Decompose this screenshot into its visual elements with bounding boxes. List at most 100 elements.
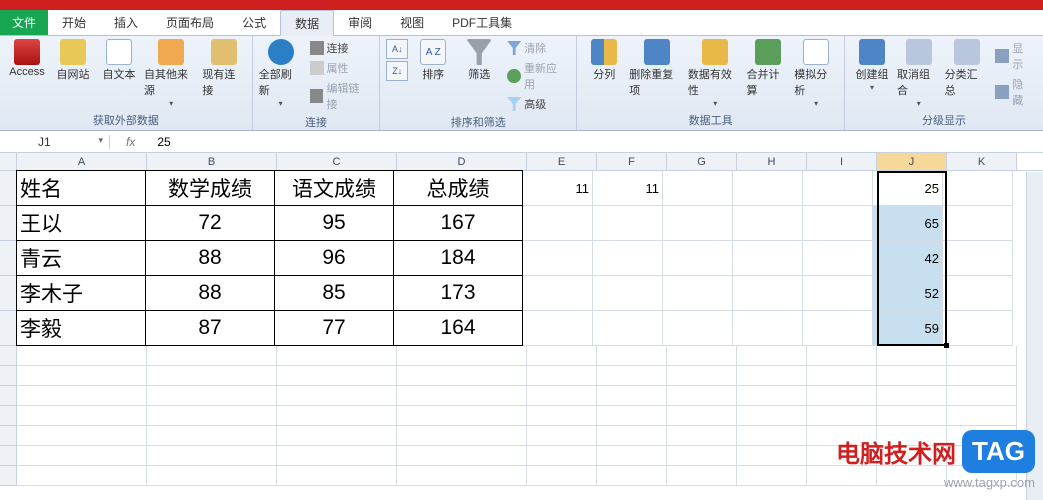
cell-F9[interactable]: [597, 406, 667, 426]
cell-I5[interactable]: [803, 311, 873, 346]
cell-C7[interactable]: [277, 366, 397, 386]
cell-J6[interactable]: [877, 346, 947, 366]
show-detail-button[interactable]: 显示: [992, 39, 1037, 73]
cell-C6[interactable]: [277, 346, 397, 366]
cell-E9[interactable]: [527, 406, 597, 426]
tab-pdf[interactable]: PDF工具集: [438, 10, 526, 35]
cell-C8[interactable]: [277, 386, 397, 406]
row-header-8[interactable]: [0, 386, 17, 406]
cell-E1[interactable]: 11: [523, 171, 593, 206]
cell-F5[interactable]: [593, 311, 663, 346]
cell-C3[interactable]: 96: [274, 240, 394, 276]
cell-B4[interactable]: 88: [145, 275, 275, 311]
cell-D12[interactable]: [397, 466, 527, 486]
cell-G3[interactable]: [663, 241, 733, 276]
cell-B5[interactable]: 87: [145, 310, 275, 346]
cell-G11[interactable]: [667, 446, 737, 466]
chevron-down-icon[interactable]: ▾: [98, 135, 103, 146]
row-header-6[interactable]: [0, 346, 17, 366]
cell-E8[interactable]: [527, 386, 597, 406]
cell-H2[interactable]: [733, 206, 803, 241]
sort-asc-icon[interactable]: A↓: [386, 39, 408, 59]
cell-D11[interactable]: [397, 446, 527, 466]
cell-H10[interactable]: [737, 426, 807, 446]
cell-D10[interactable]: [397, 426, 527, 446]
tab-data[interactable]: 数据: [280, 10, 334, 36]
formula-input[interactable]: 25: [151, 135, 170, 149]
clear-filter-button[interactable]: 清除: [504, 39, 570, 57]
cell-D3[interactable]: 184: [393, 240, 523, 276]
from-other-button[interactable]: 自其他来源▾: [144, 39, 198, 108]
cell-B3[interactable]: 88: [145, 240, 275, 276]
cell-A8[interactable]: [17, 386, 147, 406]
row-header-3[interactable]: [0, 241, 17, 276]
column-header-H[interactable]: H: [737, 153, 807, 170]
cell-K5[interactable]: [943, 311, 1013, 346]
cell-E12[interactable]: [527, 466, 597, 486]
cell-B1[interactable]: 数学成绩: [145, 170, 275, 206]
properties-button[interactable]: 属性: [307, 59, 374, 77]
cell-H1[interactable]: [733, 171, 803, 206]
cell-F3[interactable]: [593, 241, 663, 276]
cell-H11[interactable]: [737, 446, 807, 466]
advanced-filter-button[interactable]: 高级: [504, 95, 570, 113]
cell-C2[interactable]: 95: [274, 205, 394, 241]
from-text-button[interactable]: 自文本: [98, 39, 140, 82]
cell-E5[interactable]: [523, 311, 593, 346]
column-header-F[interactable]: F: [597, 153, 667, 170]
cell-I8[interactable]: [807, 386, 877, 406]
fx-button[interactable]: fx: [110, 135, 151, 149]
cell-B11[interactable]: [147, 446, 277, 466]
cell-B12[interactable]: [147, 466, 277, 486]
row-header-9[interactable]: [0, 406, 17, 426]
tab-insert[interactable]: 插入: [100, 10, 152, 35]
sort-button[interactable]: A Z排序: [412, 39, 454, 82]
cell-J7[interactable]: [877, 366, 947, 386]
row-header-4[interactable]: [0, 276, 17, 311]
row-header-7[interactable]: [0, 366, 17, 386]
cell-G8[interactable]: [667, 386, 737, 406]
cell-C5[interactable]: 77: [274, 310, 394, 346]
column-header-C[interactable]: C: [277, 153, 397, 170]
cell-F7[interactable]: [597, 366, 667, 386]
row-header-1[interactable]: [0, 171, 17, 206]
cell-H4[interactable]: [733, 276, 803, 311]
cell-A4[interactable]: 李木子: [16, 275, 146, 311]
cell-H7[interactable]: [737, 366, 807, 386]
cell-C4[interactable]: 85: [274, 275, 394, 311]
cell-K4[interactable]: [943, 276, 1013, 311]
cell-C1[interactable]: 语文成绩: [274, 170, 394, 206]
cell-F2[interactable]: [593, 206, 663, 241]
cell-F4[interactable]: [593, 276, 663, 311]
cell-H3[interactable]: [733, 241, 803, 276]
whatif-button[interactable]: 模拟分析▾: [794, 39, 838, 108]
cell-A11[interactable]: [17, 446, 147, 466]
cell-D1[interactable]: 总成绩: [393, 170, 523, 206]
cell-J2[interactable]: 65: [873, 206, 943, 241]
column-header-J[interactable]: J: [877, 153, 947, 170]
cell-G9[interactable]: [667, 406, 737, 426]
row-header-2[interactable]: [0, 206, 17, 241]
refresh-all-button[interactable]: 全部刷新▾: [259, 39, 303, 108]
cell-B2[interactable]: 72: [145, 205, 275, 241]
cell-B6[interactable]: [147, 346, 277, 366]
cell-I9[interactable]: [807, 406, 877, 426]
cell-F12[interactable]: [597, 466, 667, 486]
cell-J8[interactable]: [877, 386, 947, 406]
cell-E11[interactable]: [527, 446, 597, 466]
cell-C9[interactable]: [277, 406, 397, 426]
cell-B10[interactable]: [147, 426, 277, 446]
cell-C10[interactable]: [277, 426, 397, 446]
row-header-12[interactable]: [0, 466, 17, 486]
row-header-10[interactable]: [0, 426, 17, 446]
column-header-E[interactable]: E: [527, 153, 597, 170]
column-header-K[interactable]: K: [947, 153, 1017, 170]
cell-D4[interactable]: 173: [393, 275, 523, 311]
cell-G4[interactable]: [663, 276, 733, 311]
edit-links-button[interactable]: 编辑链接: [307, 79, 374, 113]
cell-E7[interactable]: [527, 366, 597, 386]
cell-I1[interactable]: [803, 171, 873, 206]
tab-file[interactable]: 文件: [0, 10, 48, 35]
consolidate-button[interactable]: 合并计算: [747, 39, 791, 98]
reapply-button[interactable]: 重新应用: [504, 59, 570, 93]
